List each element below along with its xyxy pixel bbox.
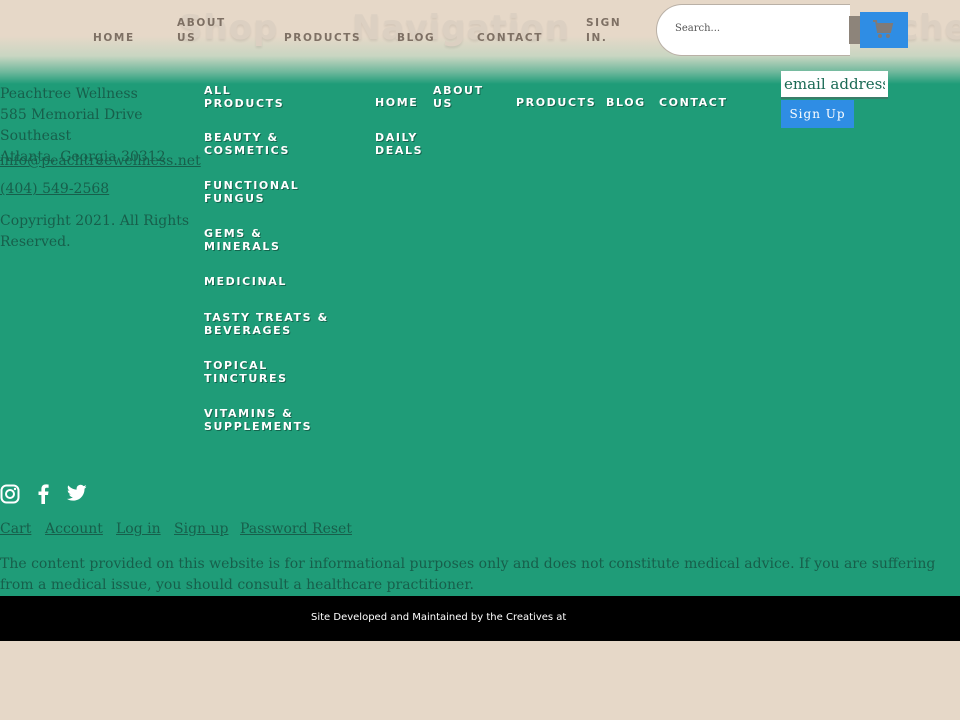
copyright-text: Copyright 2021. All Rights Reserved. — [0, 213, 190, 250]
search-box — [656, 4, 850, 56]
category-beauty-cosmetics[interactable]: BEAUTY & COSMETICS — [204, 131, 314, 157]
footer-nav-about-us[interactable]: ABOUT US — [433, 84, 488, 110]
nav-blog[interactable]: BLOG — [397, 31, 435, 46]
newsletter-email-field[interactable] — [781, 71, 888, 99]
site-footer: Peachtree Wellness 585 Memorial Drive So… — [0, 71, 960, 596]
nav-sign-in[interactable]: SIGN IN. — [586, 16, 622, 46]
category-all-products[interactable]: ALL PRODUCTS — [204, 84, 304, 110]
account-link-sign-up[interactable]: Sign up — [174, 521, 228, 537]
facebook-icon[interactable] — [36, 484, 50, 504]
category-gems-minerals[interactable]: GEMS & MINERALS — [204, 227, 304, 253]
category-tasty-treats[interactable]: TASTY TREATS & BEVERAGES — [204, 311, 329, 337]
footer-nav-blog[interactable]: BLOG — [606, 96, 646, 109]
medical-disclaimer: The content provided on this website is … — [0, 556, 936, 593]
credits-bar: Site Developed and Maintained by the Cre… — [0, 596, 960, 641]
footer-nav-daily-deals[interactable]: DAILY DEALS — [375, 131, 430, 157]
cart-icon — [873, 20, 894, 38]
cart-button[interactable] — [860, 12, 908, 48]
business-name: Peachtree Wellness — [0, 86, 138, 102]
email-link[interactable]: info@peachtreewellness.net — [0, 153, 201, 169]
nav-about-us[interactable]: ABOUT US — [177, 16, 224, 46]
account-link-account[interactable]: Account — [45, 521, 103, 537]
nav-products[interactable]: PRODUCTS — [284, 31, 361, 46]
footer-nav-contact[interactable]: CONTACT — [659, 96, 728, 109]
category-medicinal[interactable]: MEDICINAL — [204, 275, 314, 288]
phone-link[interactable]: (404) 549-2568 — [0, 181, 109, 197]
instagram-icon[interactable] — [0, 484, 20, 504]
newsletter-signup-button[interactable]: Sign Up — [781, 100, 854, 128]
account-link-password-reset[interactable]: Password Reset — [240, 521, 352, 537]
street-address: 585 Memorial Drive Southeast — [0, 107, 143, 144]
nav-home[interactable]: HOME — [93, 31, 135, 46]
category-functional-fungus[interactable]: FUNCTIONAL FUNGUS — [204, 179, 314, 205]
account-link-cart[interactable]: Cart — [0, 521, 31, 537]
category-topical-tinctures[interactable]: TOPICAL TINCTURES — [204, 359, 304, 385]
nav-contact[interactable]: CONTACT — [477, 31, 543, 46]
search-input[interactable] — [675, 23, 845, 34]
footer-nav-products[interactable]: PRODUCTS — [516, 96, 596, 109]
twitter-icon[interactable] — [67, 484, 87, 502]
category-vitamins-supplements[interactable]: VITAMINS & SUPPLEMENTS — [204, 407, 319, 433]
footer-nav-home[interactable]: HOME — [375, 96, 418, 109]
credits-text: Site Developed and Maintained by the Cre… — [311, 612, 567, 623]
account-link-log-in[interactable]: Log in — [116, 521, 161, 537]
